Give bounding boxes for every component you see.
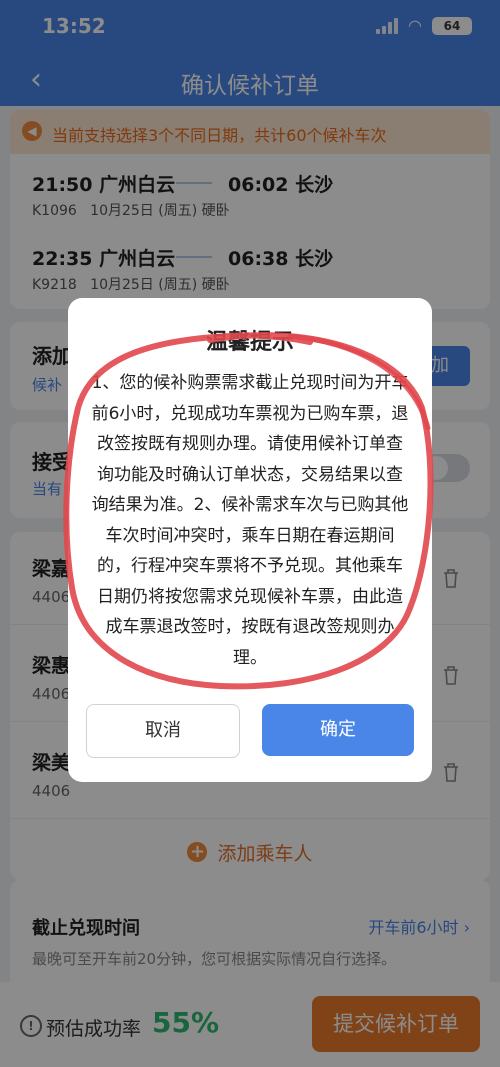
modal-body: 1、您的候补购票需求截止兑现时间为开车前6小时，兑现成功车票视为已购车票，退改签…	[91, 373, 409, 668]
confirm-button[interactable]: 确定	[262, 704, 414, 756]
tips-modal: 温馨提示 1、您的候补购票需求截止兑现时间为开车前6小时，兑现成功车票视为已购车…	[68, 298, 432, 782]
cancel-button[interactable]: 取消	[86, 704, 240, 758]
modal-title: 温馨提示	[205, 330, 294, 355]
